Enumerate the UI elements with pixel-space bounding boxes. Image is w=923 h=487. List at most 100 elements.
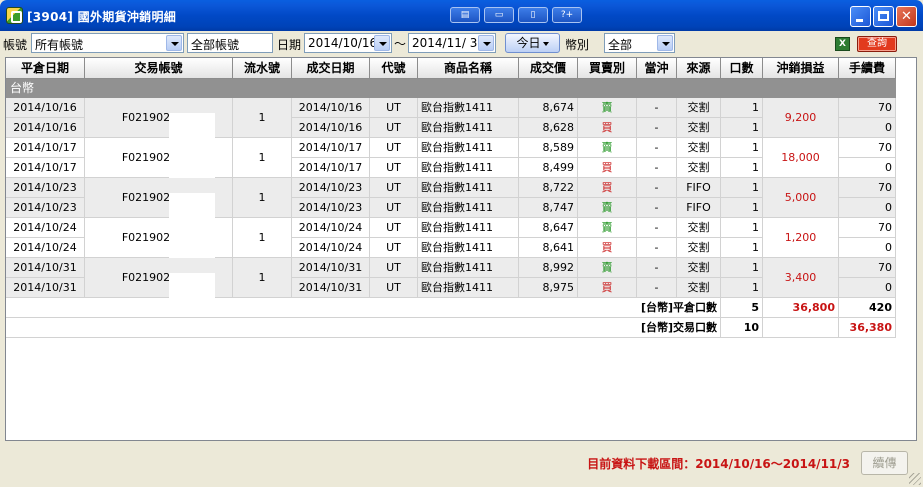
trade-date-cell: 2014/10/24 bbox=[292, 218, 370, 238]
summary-label: [台幣]平倉口數 bbox=[6, 298, 721, 318]
column-header-source[interactable]: 來源 bbox=[677, 58, 721, 79]
chevron-down-icon bbox=[542, 41, 549, 46]
serial-cell: 1 bbox=[233, 178, 292, 218]
pnl-cell: 3,400 bbox=[763, 258, 839, 298]
summary-label: [台幣]交易口數 bbox=[6, 318, 721, 338]
side-cell: 買 bbox=[578, 118, 637, 138]
trade-date-cell: 2014/10/17 bbox=[292, 158, 370, 178]
help-icon[interactable]: ?+ bbox=[552, 7, 582, 23]
side-cell: 買 bbox=[578, 158, 637, 178]
fee-cell: 0 bbox=[839, 238, 896, 258]
source-cell: 交割 bbox=[677, 278, 721, 298]
pnl-cell: 9,200 bbox=[763, 98, 839, 138]
account-select[interactable]: 所有帳號 bbox=[31, 33, 184, 53]
fee-cell: 70 bbox=[839, 178, 896, 198]
fee-cell: 0 bbox=[839, 158, 896, 178]
currency-select[interactable]: 全部 bbox=[604, 33, 675, 53]
date-label: 日期 bbox=[277, 38, 302, 52]
column-header-daytrade[interactable]: 當沖 bbox=[637, 58, 677, 79]
fee-cell: 0 bbox=[839, 278, 896, 298]
qty-cell: 1 bbox=[721, 158, 763, 178]
column-header-qty[interactable]: 口數 bbox=[721, 58, 763, 79]
product-cell: 歐台指數1411 bbox=[418, 238, 519, 258]
daytrade-cell: - bbox=[637, 138, 677, 158]
panel-icon[interactable]: ▤ bbox=[450, 7, 480, 23]
window-tab-icon[interactable]: ▯ bbox=[518, 7, 548, 23]
code-cell: UT bbox=[370, 158, 418, 178]
close-date-cell: 2014/10/31 bbox=[6, 258, 85, 278]
side-cell: 買 bbox=[578, 238, 637, 258]
close-date-cell: 2014/10/17 bbox=[6, 158, 85, 178]
side-cell: 賣 bbox=[578, 138, 637, 158]
source-cell: 交割 bbox=[677, 218, 721, 238]
column-header-side[interactable]: 買賣別 bbox=[578, 58, 637, 79]
redaction-mask bbox=[169, 193, 215, 219]
maximize-button[interactable] bbox=[873, 6, 894, 27]
qty-cell: 1 bbox=[721, 138, 763, 158]
column-header-serial[interactable]: 流水號 bbox=[233, 58, 292, 79]
side-cell: 賣 bbox=[578, 218, 637, 238]
account-label: 帳號 bbox=[3, 38, 28, 52]
column-header-product[interactable]: 商品名稱 bbox=[418, 58, 519, 79]
close-date-cell: 2014/10/17 bbox=[6, 138, 85, 158]
query-button[interactable]: 查詢 bbox=[857, 36, 897, 52]
column-header-pnl[interactable]: 沖銷損益 bbox=[763, 58, 839, 79]
summary-fee: 36,380 bbox=[839, 318, 896, 338]
close-date-cell: 2014/10/23 bbox=[6, 178, 85, 198]
daytrade-cell: - bbox=[637, 178, 677, 198]
fee-cell: 0 bbox=[839, 198, 896, 218]
download-range-text: 目前資料下載區間：2014/10/16〜2014/11/3 bbox=[587, 457, 850, 471]
summary-pnl: 36,800 bbox=[763, 298, 839, 318]
column-header-close-date[interactable]: 平倉日期 bbox=[6, 58, 85, 79]
code-cell: UT bbox=[370, 278, 418, 298]
currency-select-value: 全部 bbox=[608, 38, 633, 52]
product-cell: 歐台指數1411 bbox=[418, 218, 519, 238]
summary-fee: 420 bbox=[839, 298, 896, 318]
date-from-picker[interactable]: 2014/10/16 bbox=[304, 33, 392, 53]
column-header-price[interactable]: 成交價 bbox=[519, 58, 578, 79]
code-cell: UT bbox=[370, 118, 418, 138]
pnl-cell: 5,000 bbox=[763, 178, 839, 218]
account-all-field[interactable]: 全部帳號 bbox=[187, 33, 273, 53]
chevron-down-icon[interactable] bbox=[166, 35, 182, 51]
qty-cell: 1 bbox=[721, 238, 763, 258]
daytrade-cell: - bbox=[637, 238, 677, 258]
qty-cell: 1 bbox=[721, 258, 763, 278]
group-row-currency: 台幣 bbox=[6, 79, 896, 98]
qty-cell: 1 bbox=[721, 178, 763, 198]
chevron-down-icon[interactable] bbox=[478, 35, 494, 51]
trade-date-cell: 2014/10/24 bbox=[292, 238, 370, 258]
today-button[interactable]: 今日 bbox=[505, 33, 560, 53]
source-cell: FIFO bbox=[677, 178, 721, 198]
price-cell: 8,628 bbox=[519, 118, 578, 138]
settlement-table[interactable]: 平倉日期 交易帳號 流水號 成交日期 代號 商品名稱 成交價 買賣別 當沖 來源 口數 沖銷損益 手續費… bbox=[5, 57, 917, 441]
close-button[interactable]: ✕ bbox=[896, 6, 917, 27]
date-to-picker[interactable]: 2014/11/ 3 bbox=[408, 33, 496, 53]
redaction-mask bbox=[169, 273, 215, 299]
source-cell: 交割 bbox=[677, 118, 721, 138]
chevron-down-icon[interactable] bbox=[374, 35, 390, 51]
code-cell: UT bbox=[370, 218, 418, 238]
price-cell: 8,674 bbox=[519, 98, 578, 118]
window-icon[interactable]: ▭ bbox=[484, 7, 514, 23]
column-header-account[interactable]: 交易帳號 bbox=[85, 58, 233, 79]
resize-grip[interactable] bbox=[909, 473, 921, 485]
code-cell: UT bbox=[370, 238, 418, 258]
side-cell: 賣 bbox=[578, 98, 637, 118]
code-cell: UT bbox=[370, 98, 418, 118]
redaction-mask bbox=[169, 233, 215, 259]
chevron-down-icon[interactable] bbox=[657, 35, 673, 51]
code-cell: UT bbox=[370, 178, 418, 198]
side-cell: 買 bbox=[578, 278, 637, 298]
close-date-cell: 2014/10/24 bbox=[6, 218, 85, 238]
excel-export-icon[interactable]: X bbox=[835, 37, 850, 51]
column-header-fee[interactable]: 手續費 bbox=[839, 58, 896, 79]
close-date-cell: 2014/10/16 bbox=[6, 118, 85, 138]
code-cell: UT bbox=[370, 198, 418, 218]
close-date-cell: 2014/10/16 bbox=[6, 98, 85, 118]
column-header-trade-date[interactable]: 成交日期 bbox=[292, 58, 370, 79]
continue-download-button[interactable]: 續傳 bbox=[861, 451, 908, 475]
trade-date-cell: 2014/10/16 bbox=[292, 98, 370, 118]
minimize-button[interactable] bbox=[850, 6, 871, 27]
column-header-code[interactable]: 代號 bbox=[370, 58, 418, 79]
